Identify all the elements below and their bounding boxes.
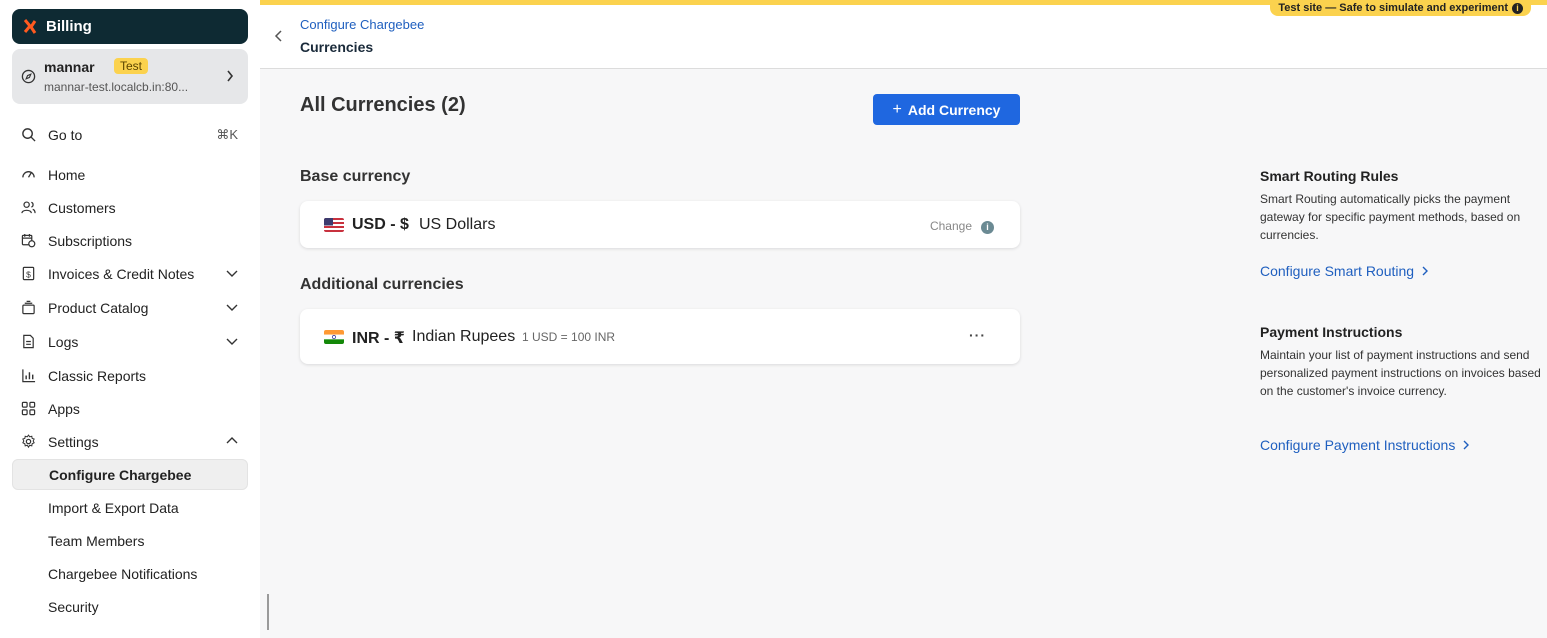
brand-label: Billing [46, 18, 92, 35]
chevron-right-icon [1422, 266, 1429, 276]
back-arrow-icon[interactable] [274, 30, 284, 42]
svg-text:$: $ [26, 269, 31, 279]
sidebar-sub-import-export[interactable]: Import & Export Data [12, 492, 248, 523]
sidebar-item-label: Classic Reports [48, 367, 147, 384]
currencies-heading: All Currencies (2) [300, 94, 466, 116]
sidebar-sub-configure-chargebee[interactable]: Configure Chargebee [12, 459, 248, 490]
chevron-up-icon [226, 437, 238, 444]
logs-icon [20, 334, 36, 350]
configure-payment-instructions-label: Configure Payment Instructions [1260, 437, 1456, 453]
test-badge: Test [114, 58, 149, 74]
currency-code: INR - ₹ [352, 330, 405, 347]
sidebar-item-classic-reports[interactable]: Classic Reports [12, 360, 248, 391]
currency-row: INR - ₹ Indian Rupees 1 USD = 100 INR ··… [300, 309, 1020, 364]
sidebar-item-label: Invoices & Credit Notes [48, 265, 195, 282]
sidebar-item-customers[interactable]: Customers [12, 192, 248, 223]
goto-label: Go to [48, 126, 83, 143]
home-icon [20, 167, 36, 183]
reports-icon [20, 368, 36, 384]
subscriptions-icon [20, 233, 36, 249]
sidebar-item-label: Home [48, 166, 86, 183]
smart-routing-description: Smart Routing automatically picks the pa… [1260, 192, 1521, 242]
sidebar-item-label: Apps [48, 400, 80, 417]
page-header: Test site — Safe to simulate and experim… [260, 0, 1547, 69]
configure-smart-routing-label: Configure Smart Routing [1260, 263, 1415, 279]
exchange-rate: 1 USD = 100 INR [522, 330, 616, 344]
sidebar-item-invoices[interactable]: $ Invoices & Credit Notes [12, 258, 248, 289]
sidebar-item-settings[interactable]: Settings [12, 426, 248, 457]
configure-smart-routing-link[interactable]: Configure Smart Routing [1260, 263, 1429, 279]
chevron-down-icon [226, 270, 238, 277]
change-base-currency-link[interactable]: Change [930, 219, 972, 233]
us-flag-icon [324, 218, 344, 232]
sidebar-item-logs[interactable]: Logs [12, 326, 248, 357]
site-url: mannar-test.localcb.in:80... [44, 80, 189, 94]
sidebar: Billing mannar Test mannar-test.localcb.… [0, 0, 260, 638]
base-currency-heading: Base currency [300, 168, 411, 185]
currency-code: USD - $ [352, 216, 409, 233]
goto-search[interactable]: Go to ⌘K [12, 119, 248, 150]
breadcrumb[interactable]: Configure Chargebee [300, 17, 424, 32]
page-title: Currencies [300, 39, 374, 55]
info-icon[interactable]: i [981, 221, 994, 234]
additional-currencies-heading: Additional currencies [300, 276, 464, 293]
search-icon [20, 127, 36, 143]
base-currency-card: USD - $ US Dollars Change i [300, 201, 1020, 248]
add-currency-label: Add Currency [907, 101, 1001, 118]
goto-shortcut: ⌘K [216, 126, 238, 142]
site-switcher[interactable]: mannar Test mannar-test.localcb.in:80... [12, 49, 248, 104]
payment-instructions-title: Payment Instructions [1260, 324, 1403, 340]
settings-icon [20, 434, 36, 450]
customers-icon [20, 200, 36, 216]
app: Billing mannar Test mannar-test.localcb.… [0, 0, 1547, 638]
sidebar-item-label: Customers [48, 199, 116, 216]
plus-icon: + [892, 100, 902, 118]
chevron-down-icon [226, 338, 238, 345]
currency-name: Indian Rupees [412, 328, 516, 345]
sidebar-sub-security[interactable]: Security [12, 591, 248, 622]
test-site-notice: Test site — Safe to simulate and experim… [1270, 0, 1531, 16]
sidebar-item-label: Settings [48, 433, 99, 450]
currency-name: US Dollars [419, 216, 496, 233]
test-site-notice-text: Test site — Safe to simulate and experim… [1278, 2, 1508, 14]
india-flag-icon [324, 330, 344, 344]
chevron-right-icon [227, 70, 234, 82]
sidebar-item-label: Subscriptions [48, 232, 133, 249]
payment-instructions-description: Maintain your list of payment instructio… [1260, 348, 1541, 398]
sidebar-item-label: Product Catalog [48, 299, 149, 316]
chevron-right-icon [1463, 440, 1470, 450]
more-options-icon[interactable]: ··· [969, 327, 986, 343]
sidebar-sub-team-members[interactable]: Team Members [12, 525, 248, 556]
chargebee-logo-icon [22, 18, 38, 35]
apps-icon [20, 401, 36, 417]
invoice-icon: $ [20, 266, 36, 282]
sidebar-item-home[interactable]: Home [12, 159, 248, 190]
compass-icon [21, 69, 36, 84]
sidebar-item-subscriptions[interactable]: Subscriptions [12, 225, 248, 256]
sidebar-item-label: Logs [48, 333, 79, 350]
site-name: mannar [44, 59, 95, 75]
chevron-down-icon [226, 304, 238, 311]
sidebar-resize-handle[interactable] [267, 594, 269, 630]
sidebar-sub-notifications[interactable]: Chargebee Notifications [12, 558, 248, 589]
info-icon[interactable]: i [1512, 2, 1523, 14]
smart-routing-title: Smart Routing Rules [1260, 168, 1399, 184]
brand-header[interactable]: Billing [12, 9, 248, 44]
sidebar-item-product-catalog[interactable]: Product Catalog [12, 292, 248, 323]
configure-payment-instructions-link[interactable]: Configure Payment Instructions [1260, 437, 1470, 453]
add-currency-button[interactable]: + Add Currency [873, 94, 1020, 125]
sidebar-item-apps[interactable]: Apps [12, 393, 248, 424]
catalog-icon [20, 300, 36, 316]
